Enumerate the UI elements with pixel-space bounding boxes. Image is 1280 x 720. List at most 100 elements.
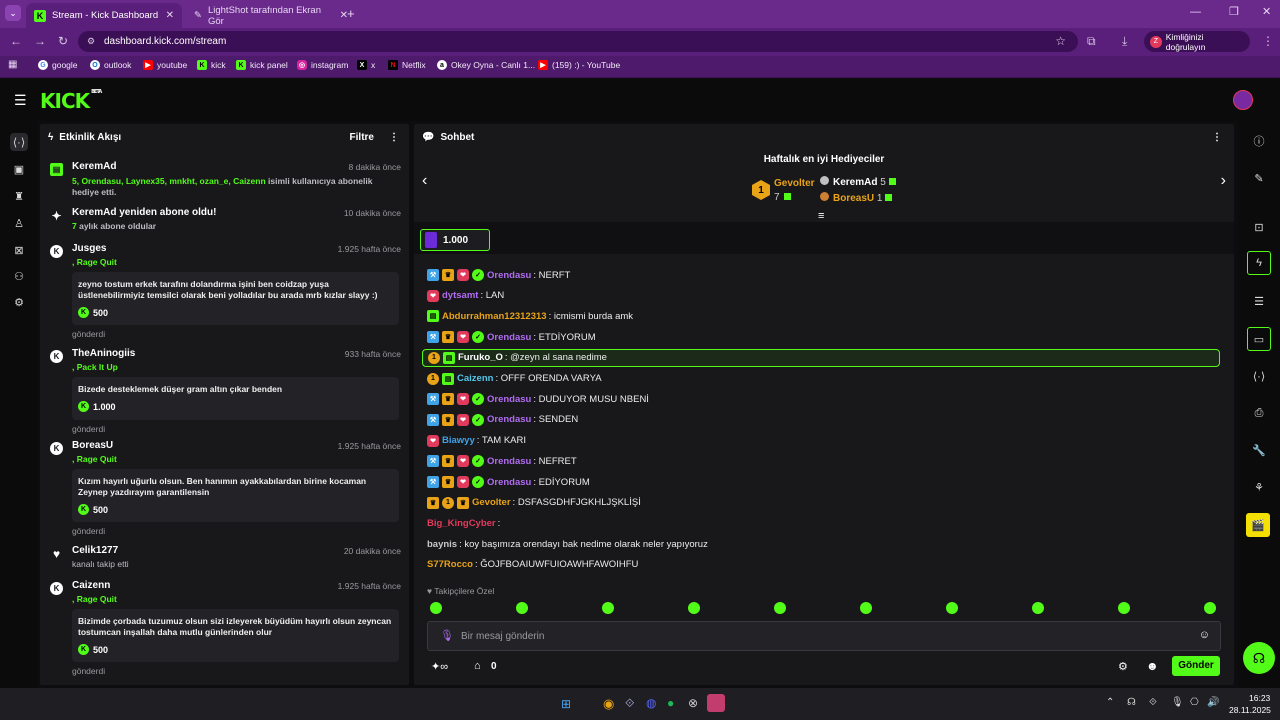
chat-message[interactable]: 1 ▤ Caizenn: OFFF ORENDA VARYA <box>427 370 1220 388</box>
printer-icon[interactable]: ⎙ <box>1250 404 1268 422</box>
tab-close-icon[interactable]: ✕ <box>166 10 174 21</box>
emote-button[interactable] <box>602 602 614 614</box>
chat-username[interactable]: Orendasu <box>487 394 531 405</box>
emote-button[interactable] <box>1204 602 1216 614</box>
chat-username[interactable]: S77Rocco <box>427 559 473 570</box>
edit-icon[interactable]: ✎ <box>1250 169 1268 187</box>
activity-user[interactable]: TheAninogiis <box>72 348 135 359</box>
reload-icon[interactable]: ↻ <box>58 34 68 48</box>
app-icon[interactable] <box>707 694 725 712</box>
gifters-prev-icon[interactable]: ‹ <box>422 172 427 190</box>
url-input[interactable]: ⚙ dashboard.kick.com/stream ☆ <box>78 31 1078 52</box>
emote-button[interactable] <box>430 602 442 614</box>
hamburger-menu-icon[interactable]: ☰ <box>14 92 27 109</box>
stats-icon[interactable]: ▣ <box>10 160 28 178</box>
forward-icon[interactable]: → <box>34 34 46 48</box>
tab-lightshot[interactable]: ✎ LightShot tarafından Ekran Gör ✕ <box>186 3 356 28</box>
activity-user[interactable]: BoreasU <box>72 440 113 451</box>
user-avatar[interactable] <box>1233 90 1253 110</box>
top-gifter-3[interactable]: BoreasU 1 <box>820 192 910 206</box>
chat-username[interactable]: Orendasu <box>487 477 531 488</box>
chat-message[interactable]: ❤ dytsamt: LAN <box>427 287 1220 305</box>
chat-menu-icon[interactable]: ⋮ <box>1212 132 1222 143</box>
bookmark-kick[interactable]: Kkick <box>197 60 226 70</box>
emoji-icon[interactable]: ☺ <box>1199 629 1210 641</box>
chat-username[interactable]: Furuko_O <box>458 352 503 363</box>
chat-username[interactable]: Orendasu <box>487 332 531 343</box>
stream-live-icon[interactable]: ⟨·⟩ <box>10 133 28 151</box>
steam-tray-icon[interactable]: ⟐ <box>1149 697 1157 708</box>
network-icon[interactable]: ⎔ <box>1190 697 1199 708</box>
top-gifter-2[interactable]: KeremAd 5 <box>820 176 910 190</box>
activity-user[interactable]: KeremAd <box>72 161 116 172</box>
trophy-icon[interactable]: ♜ <box>10 187 28 205</box>
bookmark-youtube[interactable]: ▶ youtube <box>143 60 187 70</box>
xbox-icon[interactable]: ⊗ <box>688 696 698 710</box>
bookmark-google[interactable]: Ggoogle <box>38 60 78 70</box>
filter-button[interactable]: Filtre <box>350 132 374 143</box>
support-chat-button[interactable]: ☊ <box>1243 642 1275 674</box>
start-icon[interactable]: ⊞ <box>561 697 571 711</box>
bookmark-instagram[interactable]: ◎ instagram <box>297 60 348 70</box>
emote-button[interactable] <box>1032 602 1044 614</box>
window-close-icon[interactable]: ✕ <box>1262 5 1271 18</box>
gifters-next-icon[interactable]: › <box>1221 172 1226 190</box>
emote-picker-icon[interactable]: ☻ <box>1146 659 1159 673</box>
chat-message[interactable]: ⚒ ♛ ❤ ✓ Orendasu: EDİYORUM <box>427 473 1220 491</box>
chat-message[interactable]: ❤ Biawyy: TAM KARI <box>427 432 1220 450</box>
integrations-icon[interactable]: ⚘ <box>1250 478 1268 496</box>
bookmark-netflix[interactable]: N Netflix <box>388 60 426 70</box>
emote-button[interactable] <box>1118 602 1130 614</box>
activity-menu-icon[interactable]: ⋮ <box>389 132 399 143</box>
download-icon[interactable]: ⤓ <box>1122 34 1127 49</box>
chat-toggle-icon[interactable]: ▭ <box>1247 327 1271 351</box>
chat-username[interactable]: Big_KingCyber <box>427 518 496 529</box>
chrome-icon[interactable]: ◉ <box>603 696 614 712</box>
steam-icon[interactable]: ⟐ <box>625 696 634 711</box>
chat-message[interactable]: 1 ▤ Furuko_O: @zeyn al sana nedime <box>422 348 1220 367</box>
emote-button[interactable] <box>688 602 700 614</box>
activity-user[interactable]: KeremAd yeniden abone oldu! <box>72 207 216 218</box>
chat-message[interactable]: ⚒ ♛ ❤ ✓ Orendasu: NERFT <box>427 266 1220 284</box>
activity-user[interactable]: Caizenn <box>72 580 110 591</box>
discord-icon[interactable]: ◍ <box>646 696 656 710</box>
restore-icon[interactable]: ❐ <box>1229 5 1239 18</box>
pinned-gift-amount[interactable]: 1.000 <box>420 229 490 251</box>
kick-logo[interactable]: KICK BETA <box>40 89 102 113</box>
chat-username[interactable]: Orendasu <box>487 456 531 467</box>
chat-username[interactable]: baynis <box>427 539 457 550</box>
chat-username[interactable]: Gevolter <box>472 497 511 508</box>
broadcast-icon[interactable]: ⟨·⟩ <box>1250 367 1268 385</box>
tab-kick-dashboard[interactable]: K Stream - Kick Dashboard ✕ <box>26 3 182 28</box>
clock-time[interactable]: 16:23 <box>1249 693 1270 703</box>
volume-icon[interactable]: 🔊 <box>1207 697 1219 708</box>
chat-username[interactable]: Biawyy <box>442 435 475 446</box>
chat-message[interactable]: ⚒ ♛ ❤ ✓ Orendasu: ETDİYORUM <box>427 328 1220 346</box>
emote-button[interactable] <box>860 602 872 614</box>
site-info-icon[interactable]: ⚙ <box>87 31 95 52</box>
bookmark-x[interactable]: Xx <box>357 60 375 70</box>
bookmark-outlook[interactable]: Ooutlook <box>90 60 131 70</box>
menu-icon[interactable]: ⋮ <box>1262 34 1274 48</box>
chat-message[interactable]: S77Rocco: ĞOJFBOAIUWFUIOAWHFAWOIHFU <box>427 556 1220 574</box>
minimize-icon[interactable]: — <box>1190 6 1201 18</box>
tab-search-button[interactable]: ⌄ <box>5 5 21 21</box>
mic-icon[interactable]: 🎙 <box>440 629 454 642</box>
extensions-icon[interactable]: ⧉ <box>1087 34 1096 49</box>
chat-message[interactable]: ⚒ ♛ ❤ ✓ Orendasu: NEFRET <box>427 452 1220 470</box>
wrench-icon[interactable]: 🔧 <box>1250 441 1268 459</box>
chat-username[interactable]: Abdurrahman12312313 <box>442 311 547 322</box>
profile-button[interactable]: Z Kimliğinizi doğrulayın <box>1144 31 1250 52</box>
notes-icon[interactable]: ☰ <box>1250 292 1268 310</box>
collapse-gifters-icon[interactable]: ≡ <box>818 210 824 222</box>
chat-username[interactable]: dytsamt <box>442 290 478 301</box>
emote-button[interactable] <box>946 602 958 614</box>
chat-message[interactable]: ⚒ ♛ ❤ ✓ Orendasu: DUDUYOR MUSU NBENİ <box>427 390 1220 408</box>
top-gifter-1[interactable]: 1 Gevolter 7 <box>752 178 822 206</box>
emote-button[interactable] <box>774 602 786 614</box>
chat-message[interactable]: ▤ Abdurrahman12312313: icmismi burda amk <box>427 307 1220 325</box>
new-tab-button[interactable]: + <box>347 6 355 21</box>
chat-username[interactable]: Orendasu <box>487 270 531 281</box>
store-icon[interactable]: ⌂ <box>474 660 481 672</box>
clock-date[interactable]: 28.11.2025 <box>1229 705 1271 715</box>
